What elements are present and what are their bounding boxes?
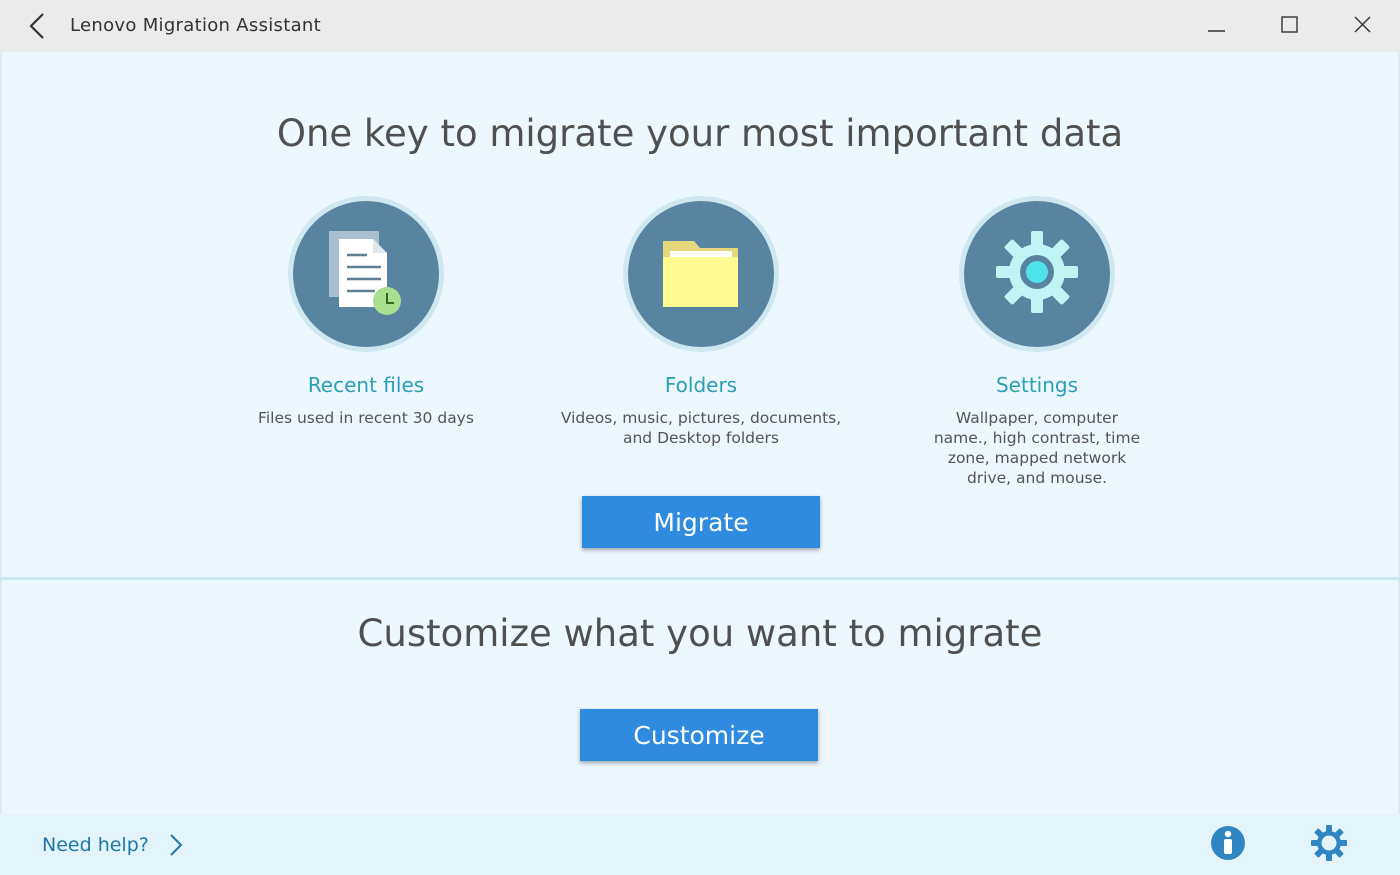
gear-icon[interactable] [1310, 824, 1348, 862]
need-help-label: Need help? [42, 834, 149, 856]
close-button[interactable] [1342, 10, 1382, 42]
app-title: Lenovo Migration Assistant [70, 15, 321, 36]
category-settings: Settings Wallpaper, computer name., high… [867, 196, 1207, 488]
customize-button[interactable]: Customize [580, 709, 818, 761]
title-bar: Lenovo Migration Assistant [0, 0, 1400, 52]
back-arrow-icon[interactable] [22, 10, 54, 42]
category-description: Videos, music, pictures, documents, and … [560, 409, 842, 447]
folder-icon [656, 227, 746, 321]
chevron-right-icon [167, 832, 185, 858]
maximize-button[interactable] [1269, 10, 1309, 42]
need-help-link[interactable]: Need help? [42, 832, 185, 858]
settings-icon-circle [959, 196, 1115, 352]
category-title: Recent files [307, 373, 425, 397]
customize-heading: Customize what you want to migrate [357, 612, 1043, 655]
category-folders: Folders Videos, music, pictures, documen… [531, 196, 871, 448]
main-heading: One key to migrate your most important d… [276, 112, 1124, 155]
info-icon[interactable] [1209, 824, 1247, 862]
category-description: Files used in recent 30 days [258, 409, 474, 427]
recent-files-icon [321, 227, 411, 321]
folder-icon-circle [623, 196, 779, 352]
content-border-left [0, 52, 2, 875]
section-divider [0, 577, 1400, 580]
settings-gear-icon [992, 227, 1082, 321]
migrate-button[interactable]: Migrate [582, 496, 820, 548]
minimize-button[interactable] [1196, 10, 1236, 42]
category-description: Wallpaper, computer name., high contrast… [933, 409, 1141, 487]
footer-bar: Need help? [0, 814, 1400, 875]
category-title: Folders [664, 373, 738, 397]
category-recent-files: Recent files Files used in recent 30 day… [196, 196, 536, 428]
category-title: Settings [995, 373, 1079, 397]
recent-files-icon-circle [288, 196, 444, 352]
